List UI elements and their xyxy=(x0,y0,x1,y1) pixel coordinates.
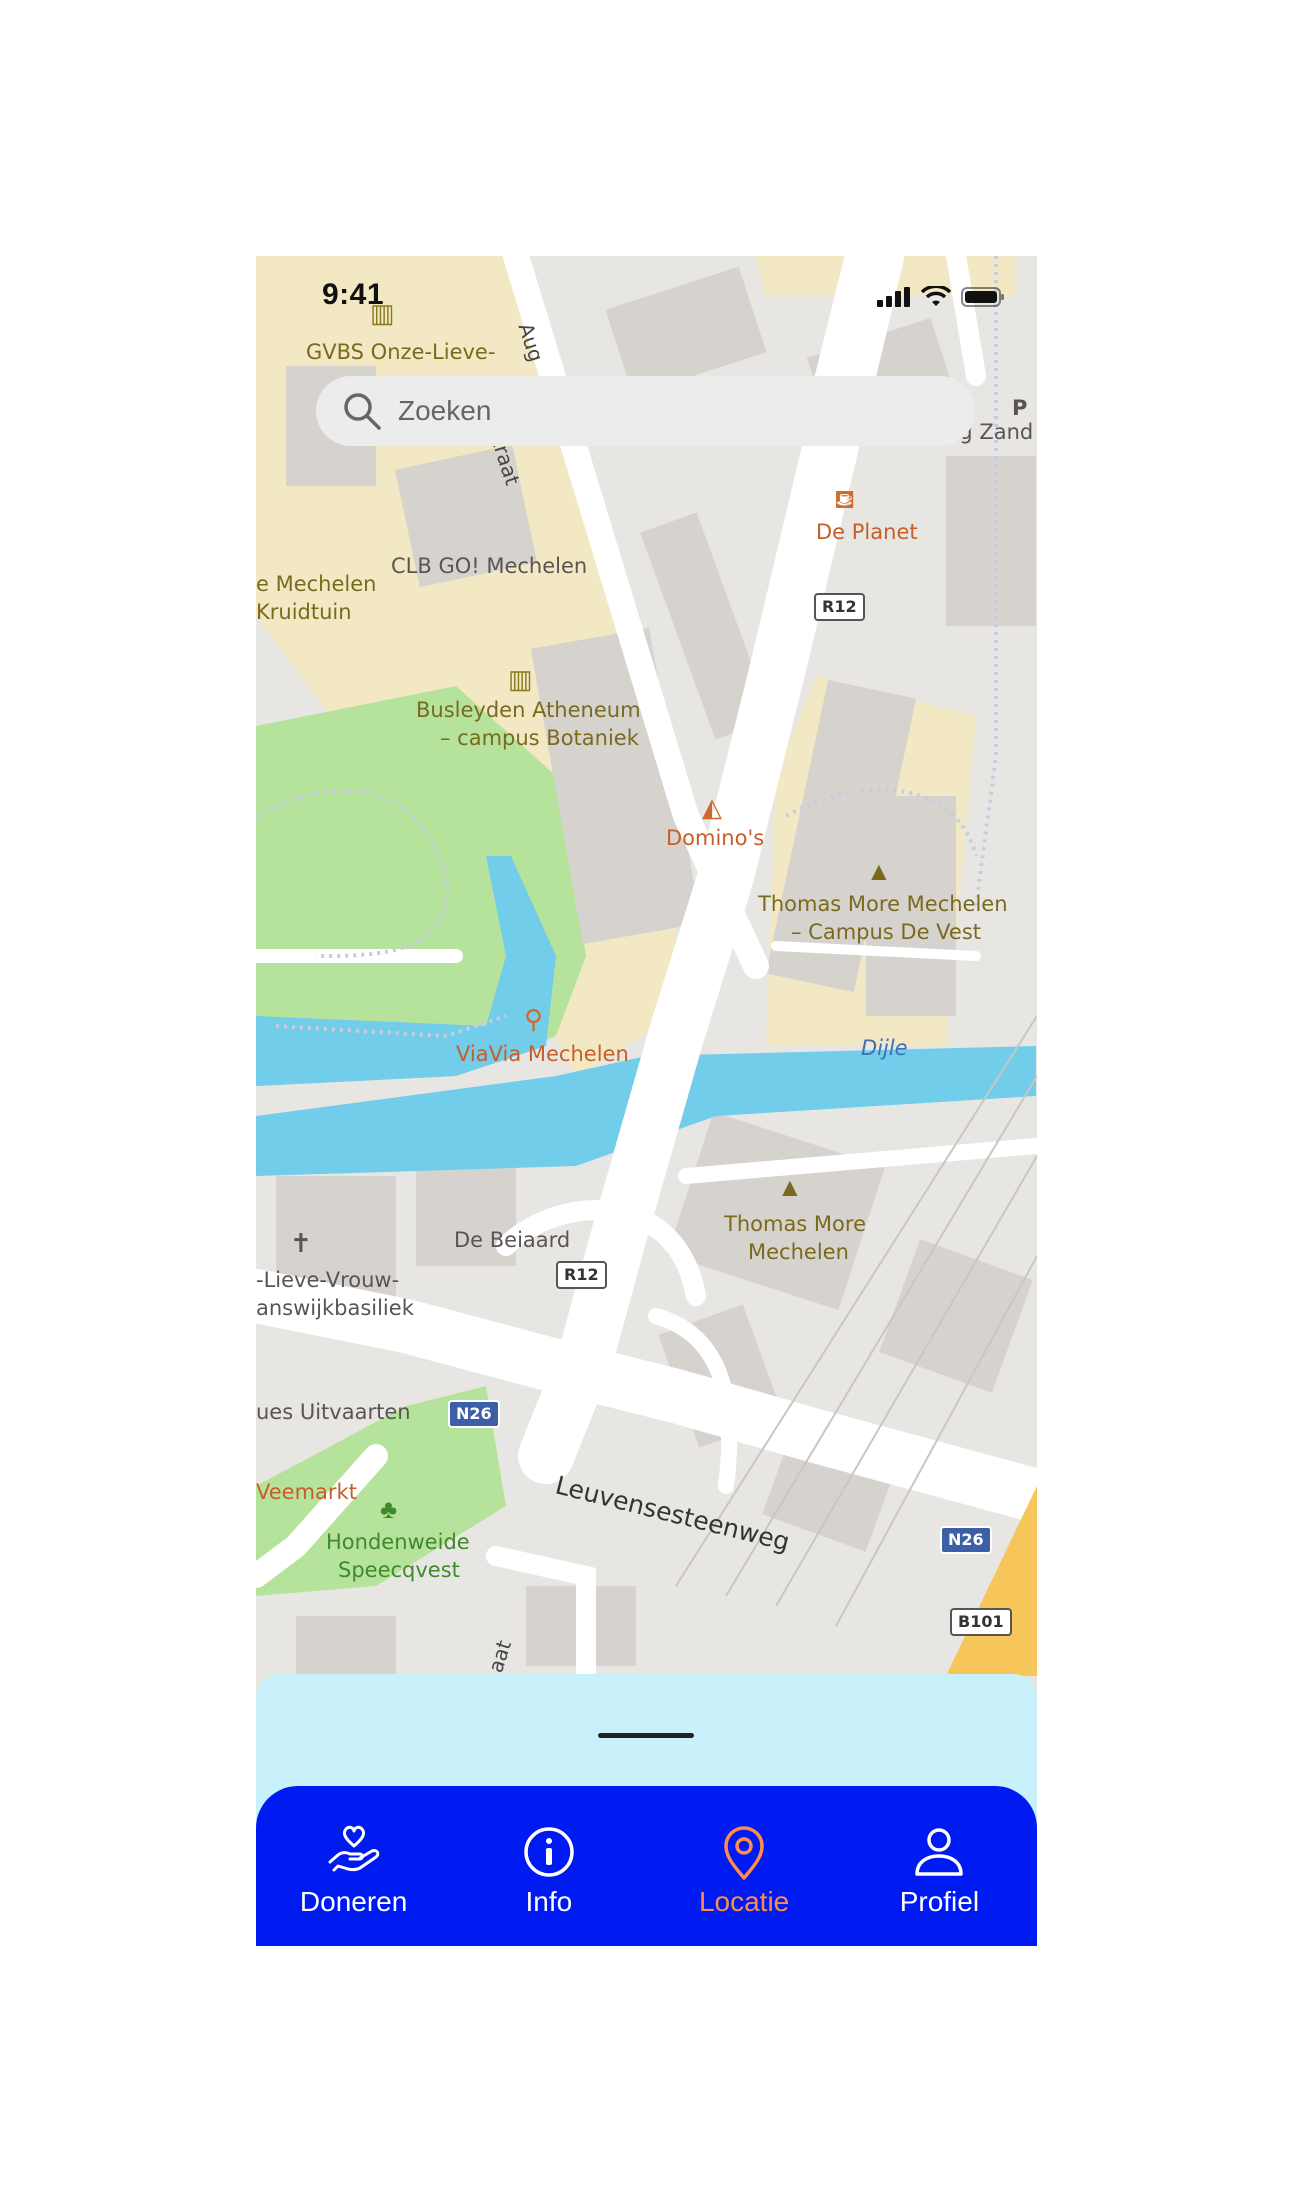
road-shield-n26: N26 xyxy=(448,1400,500,1428)
tab-profiel[interactable]: Profiel xyxy=(842,1786,1037,1946)
phone-screen: ▥ GVBS Onze-Lieve- Aug nstraat ng Zand ⛾… xyxy=(256,256,1037,1946)
map-label-gvbs: GVBS Onze-Lieve- xyxy=(306,340,496,364)
search-input[interactable] xyxy=(396,394,960,428)
map-label-beiaard: De Beiaard xyxy=(454,1228,571,1252)
map-label-clb: CLB GO! Mechelen xyxy=(391,554,588,578)
map-label-busleyden-2: – campus Botaniek xyxy=(440,726,639,750)
map-label-busleyden-1: Busleyden Atheneum xyxy=(416,698,641,722)
dog-park-icon: ♣ xyxy=(380,1494,398,1524)
map-label-hondenweide-2: Speecqvest xyxy=(338,1558,460,1582)
school-icon: ▥ xyxy=(508,664,533,694)
graduation-cap-icon: ▲ xyxy=(866,856,892,886)
road-shield-r12: R12 xyxy=(556,1261,607,1289)
map-label-dominos: Domino's xyxy=(666,826,765,850)
road-shield-b101: B101 xyxy=(950,1608,1012,1636)
tab-label: Profiel xyxy=(899,1886,980,1917)
church-icon: ✝ xyxy=(290,1228,312,1258)
map-label-tm-vest-1: Thomas More Mechelen xyxy=(758,892,1008,916)
map-label-deplanet: De Planet xyxy=(816,520,918,544)
map-view[interactable]: ▥ GVBS Onze-Lieve- Aug nstraat ng Zand ⛾… xyxy=(256,256,1037,1676)
restaurant-icon: ⚲ xyxy=(524,1004,544,1034)
map-label-mechelen: e Mechelen xyxy=(256,572,377,596)
map-label-uitvaarten: ues Uitvaarten xyxy=(256,1400,411,1424)
status-time: 9:41 xyxy=(322,278,385,311)
tab-info[interactable]: Info xyxy=(451,1786,646,1946)
map-label-basiliek-2: answijkbasiliek xyxy=(256,1296,414,1320)
map-label-basiliek-1: -Lieve-Vrouw- xyxy=(256,1268,400,1292)
sheet-drag-handle[interactable] xyxy=(598,1733,694,1738)
map-label-viavia: ViaVia Mechelen xyxy=(456,1042,629,1066)
map-label-kruidtuin: Kruidtuin xyxy=(256,600,352,624)
map-label-tm-vest-2: – Campus De Vest xyxy=(791,920,982,944)
road-shield-n26: N26 xyxy=(940,1526,992,1554)
tab-label: Info xyxy=(525,1886,573,1917)
wifi-icon xyxy=(921,286,951,306)
parking-icon: P xyxy=(1012,396,1028,420)
tab-label: Locatie xyxy=(698,1886,790,1917)
location-pin-icon xyxy=(724,1826,764,1880)
pizza-icon: ◭ xyxy=(702,792,722,822)
info-icon xyxy=(524,1827,574,1877)
map-label-hondenweide-1: Hondenweide xyxy=(326,1530,470,1554)
search-icon xyxy=(344,393,381,430)
cellular-signal-icon xyxy=(877,287,910,307)
map-label-tm-2: Mechelen xyxy=(748,1240,849,1264)
map-base xyxy=(256,256,1037,1676)
tab-doneren[interactable]: Doneren xyxy=(256,1786,451,1946)
map-label-veemarkt: Veemarkt xyxy=(256,1480,357,1504)
hand-heart-icon xyxy=(328,1825,379,1872)
graduation-cap-icon: ▲ xyxy=(777,1172,803,1202)
map-label-dijle: Dijle xyxy=(861,1036,908,1060)
pub-icon: ⛾ xyxy=(834,484,856,514)
search-bar[interactable] xyxy=(316,376,975,446)
status-bar: 9:41 xyxy=(256,256,1037,336)
tab-locatie[interactable]: Locatie xyxy=(647,1786,842,1946)
battery-icon xyxy=(961,287,1004,307)
user-icon xyxy=(915,1828,964,1876)
tab-label: Doneren xyxy=(299,1886,408,1917)
map-label-tm-1: Thomas More xyxy=(724,1212,866,1236)
tab-bar: Doneren Info Locatie Profiel xyxy=(256,1786,1037,1946)
road-shield-r12: R12 xyxy=(814,593,865,621)
